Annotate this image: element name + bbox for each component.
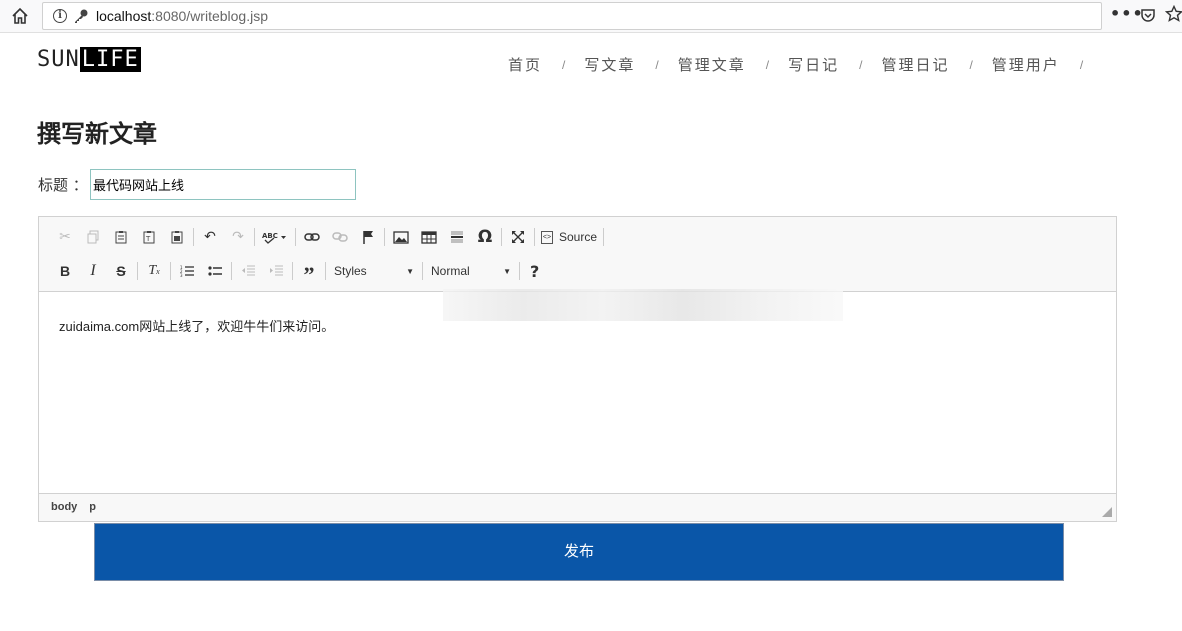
logo-text-sun: SUN xyxy=(37,47,80,72)
link-icon[interactable] xyxy=(301,226,323,248)
anchor-flag-icon[interactable] xyxy=(357,226,379,248)
chevron-down-icon: ▼ xyxy=(406,266,414,276)
url-text: localhost:8080/writeblog.jsp xyxy=(96,8,269,24)
nav-item-write-article[interactable]: 写文章 xyxy=(584,54,635,75)
title-input[interactable] xyxy=(90,169,356,200)
editor-content-area[interactable]: zuidaima.com网站上线了，欢迎牛牛们来访问。 xyxy=(39,292,1116,492)
home-icon[interactable] xyxy=(10,6,30,26)
title-label: 标题 ： xyxy=(38,176,88,194)
copy-icon[interactable] xyxy=(82,226,104,248)
logo-text-life: LIFE xyxy=(79,47,141,72)
editor-statusbar: body p xyxy=(39,493,1116,521)
undo-icon[interactable]: ↶ xyxy=(199,226,221,248)
styles-dropdown-label: Styles xyxy=(334,264,367,278)
help-button[interactable]: ? xyxy=(530,262,539,281)
source-label: Source xyxy=(559,230,598,244)
toolbar-row-2: B I S Tx 123 ” Styles ▼ Normal ▼ ? xyxy=(51,259,539,286)
italic-icon[interactable]: I xyxy=(82,260,104,282)
nav-separator: / xyxy=(655,58,659,72)
toolbar-separator xyxy=(231,262,232,280)
nav-separator: / xyxy=(859,58,863,72)
bold-icon[interactable]: B xyxy=(54,260,76,282)
format-dropdown[interactable]: Normal ▼ xyxy=(425,260,517,282)
toolbar-separator xyxy=(534,228,535,246)
nav-item-manage-users[interactable]: 管理用户 xyxy=(992,54,1060,75)
nav-separator: / xyxy=(562,58,566,72)
paste-word-icon[interactable] xyxy=(166,226,188,248)
paste-text-icon[interactable]: T xyxy=(138,226,160,248)
special-char-omega-icon[interactable]: Ω xyxy=(474,226,496,248)
horizontal-rule-icon[interactable] xyxy=(446,226,468,248)
page-actions-menu[interactable]: ••• xyxy=(1110,4,1144,23)
editor-toolbar: ✂ T ↶ ↷ ABC Ω <> Source B I S T x 1 2 3 … xyxy=(39,217,1116,292)
nav-separator: / xyxy=(969,58,973,72)
path-item-body[interactable]: body xyxy=(51,501,77,513)
nav-item-home[interactable]: 首页 xyxy=(508,54,542,75)
publish-button[interactable]: 发布 xyxy=(94,523,1064,581)
nav-item-write-diary[interactable]: 写日记 xyxy=(788,54,839,75)
rich-text-editor: ✂ T ↶ ↷ ABC Ω <> Source B I S T x 1 2 3 … xyxy=(38,216,1117,522)
page-title: 撰写新文章 xyxy=(37,121,157,148)
toolbar-separator xyxy=(422,262,423,280)
indent-icon[interactable] xyxy=(265,260,287,282)
image-icon[interactable] xyxy=(390,226,412,248)
toolbar-separator xyxy=(519,262,520,280)
toolbar-row-1: ✂ T ↶ ↷ ABC Ω <> Source xyxy=(51,225,606,249)
numbered-list-icon[interactable]: 123 xyxy=(176,260,198,282)
toolbar-separator xyxy=(193,228,194,246)
site-logo[interactable]: SUNLIFE xyxy=(37,47,141,73)
redo-icon[interactable]: ↷ xyxy=(227,226,249,248)
element-path: body p xyxy=(51,501,108,513)
path-item-p[interactable]: p xyxy=(89,501,96,513)
toolbar-separator xyxy=(254,228,255,246)
outdent-icon[interactable] xyxy=(237,260,259,282)
browser-toolbar: i localhost:8080/writeblog.jsp ••• xyxy=(0,0,1182,33)
nav-item-manage-diary[interactable]: 管理日记 xyxy=(881,54,949,75)
address-bar[interactable]: i localhost:8080/writeblog.jsp xyxy=(42,2,1102,30)
nav-item-manage-articles[interactable]: 管理文章 xyxy=(678,54,746,75)
cut-icon[interactable]: ✂ xyxy=(54,226,76,248)
toolbar-separator xyxy=(501,228,502,246)
spellcheck-icon[interactable]: ABC xyxy=(260,226,290,248)
unlink-icon[interactable] xyxy=(329,226,351,248)
info-icon[interactable]: i xyxy=(53,9,67,23)
pocket-icon[interactable] xyxy=(1140,7,1156,23)
maximize-icon[interactable] xyxy=(507,226,529,248)
toolbar-separator xyxy=(295,228,296,246)
format-dropdown-label: Normal xyxy=(431,264,470,278)
svg-text:T: T xyxy=(145,235,151,243)
toolbar-separator xyxy=(137,262,138,280)
key-icon[interactable] xyxy=(73,8,89,24)
remove-format-icon[interactable]: Tx xyxy=(143,260,165,282)
table-icon[interactable] xyxy=(418,226,440,248)
svg-text:3: 3 xyxy=(180,273,183,277)
styles-dropdown[interactable]: Styles ▼ xyxy=(328,260,420,282)
toolbar-separator xyxy=(170,262,171,280)
chevron-down-icon: ▼ xyxy=(503,266,511,276)
nav-separator: / xyxy=(765,58,770,72)
source-icon: <> xyxy=(541,230,553,244)
toolbar-separator xyxy=(325,262,326,280)
toolbar-separator xyxy=(292,262,293,280)
bookmark-star-icon[interactable] xyxy=(1165,5,1182,23)
svg-text:ABC: ABC xyxy=(262,232,278,240)
bulleted-list-icon[interactable] xyxy=(204,260,226,282)
blurred-overlay xyxy=(443,289,843,321)
nav-separator: / xyxy=(1079,58,1084,72)
resize-grip-icon[interactable] xyxy=(1102,507,1112,517)
paste-icon[interactable] xyxy=(110,226,132,248)
strikethrough-icon[interactable]: S xyxy=(110,260,132,282)
toolbar-separator xyxy=(384,228,385,246)
blockquote-icon[interactable]: ” xyxy=(298,260,320,286)
toolbar-separator xyxy=(603,228,605,246)
source-button[interactable]: <> Source xyxy=(541,230,597,244)
main-nav: 首页 / 写文章 / 管理文章 / 写日记 / 管理日记 / 管理用户 / xyxy=(508,54,1102,75)
